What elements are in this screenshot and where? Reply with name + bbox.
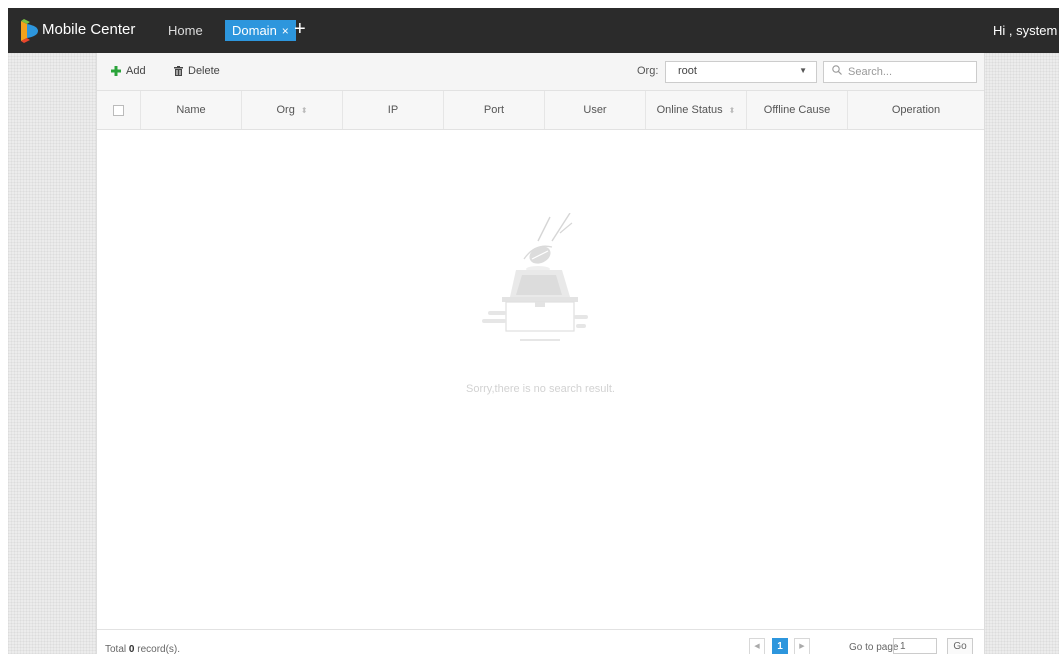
search-icon: [832, 65, 842, 75]
column-header-operation: Operation: [848, 91, 984, 129]
top-navigation-bar: Mobile Center Home Domain × + Hi , system…: [8, 8, 1059, 53]
column-header-org[interactable]: Org ⬍: [242, 91, 343, 129]
org-select-value: root: [678, 65, 697, 77]
column-header-label: Offline Cause: [763, 104, 831, 116]
search-box[interactable]: [823, 61, 977, 83]
add-button[interactable]: Add: [111, 65, 146, 77]
empty-state-message: Sorry,there is no search result.: [466, 383, 615, 395]
next-page-button[interactable]: ▶: [794, 638, 810, 654]
column-header-label: Port: [483, 104, 505, 116]
column-header-online-status[interactable]: Online Status ⬍: [646, 91, 747, 129]
add-tab-button[interactable]: +: [294, 18, 306, 41]
app-title: Mobile Center: [42, 21, 136, 38]
plus-icon: [111, 66, 121, 76]
org-filter-label: Org:: [637, 65, 659, 77]
go-button[interactable]: Go: [947, 638, 973, 654]
column-header-name: Name: [141, 91, 242, 129]
org-select[interactable]: root ▼: [665, 61, 817, 83]
column-header-ip: IP: [343, 91, 444, 129]
column-header-offline-cause: Offline Cause: [747, 91, 848, 129]
search-input[interactable]: [846, 63, 974, 81]
delete-button-label: Delete: [188, 65, 220, 77]
select-all-column: [97, 91, 141, 129]
total-suffix: record(s).: [134, 644, 181, 654]
column-header-label: Org: [276, 104, 295, 116]
main-panel: Add Delete Org: root ▼ Search... Name Or…: [96, 53, 985, 654]
current-page-button[interactable]: 1: [772, 638, 788, 654]
trash-icon: [174, 66, 183, 76]
goto-page-label: Go to page: [849, 642, 899, 653]
total-records: Total 0 record(s).: [105, 644, 180, 654]
column-header-user: User: [545, 91, 646, 129]
column-header-label: Online Status: [656, 104, 723, 116]
sort-icon[interactable]: ⬍: [301, 106, 308, 115]
app-logo-icon: [21, 19, 38, 43]
column-header-port: Port: [444, 91, 545, 129]
column-header-label: IP: [387, 104, 399, 116]
goto-page-input[interactable]: 1: [893, 638, 937, 654]
add-button-label: Add: [126, 65, 146, 77]
empty-box-icon: [482, 213, 588, 341]
nav-tab-domain[interactable]: Domain ×: [225, 20, 296, 41]
total-prefix: Total: [105, 644, 129, 654]
sort-icon[interactable]: ⬍: [729, 106, 736, 115]
table-footer: Total 0 record(s). ◀ 1 ▶ Go to page 1 Go: [97, 629, 984, 654]
column-header-label: Name: [176, 104, 206, 116]
nav-tab-home[interactable]: Home: [168, 23, 203, 38]
column-header-label: User: [583, 104, 607, 116]
toolbar: Add Delete Org: root ▼: [97, 53, 984, 91]
nav-tab-domain-label: Domain: [232, 23, 277, 38]
previous-page-button[interactable]: ◀: [749, 638, 765, 654]
user-menu[interactable]: Hi , system ▾: [993, 23, 1059, 39]
app-window: Mobile Center Home Domain × + Hi , system…: [8, 8, 1059, 654]
delete-button[interactable]: Delete: [174, 65, 220, 77]
table-header: Name Org ⬍ IP Port User Online Status ⬍ Of…: [97, 91, 984, 130]
user-greeting: Hi , system: [993, 23, 1058, 38]
column-header-label: Operation: [891, 104, 941, 116]
close-tab-icon[interactable]: ×: [282, 24, 289, 38]
select-all-checkbox[interactable]: [113, 104, 124, 116]
chevron-down-icon: ▼: [799, 66, 807, 75]
